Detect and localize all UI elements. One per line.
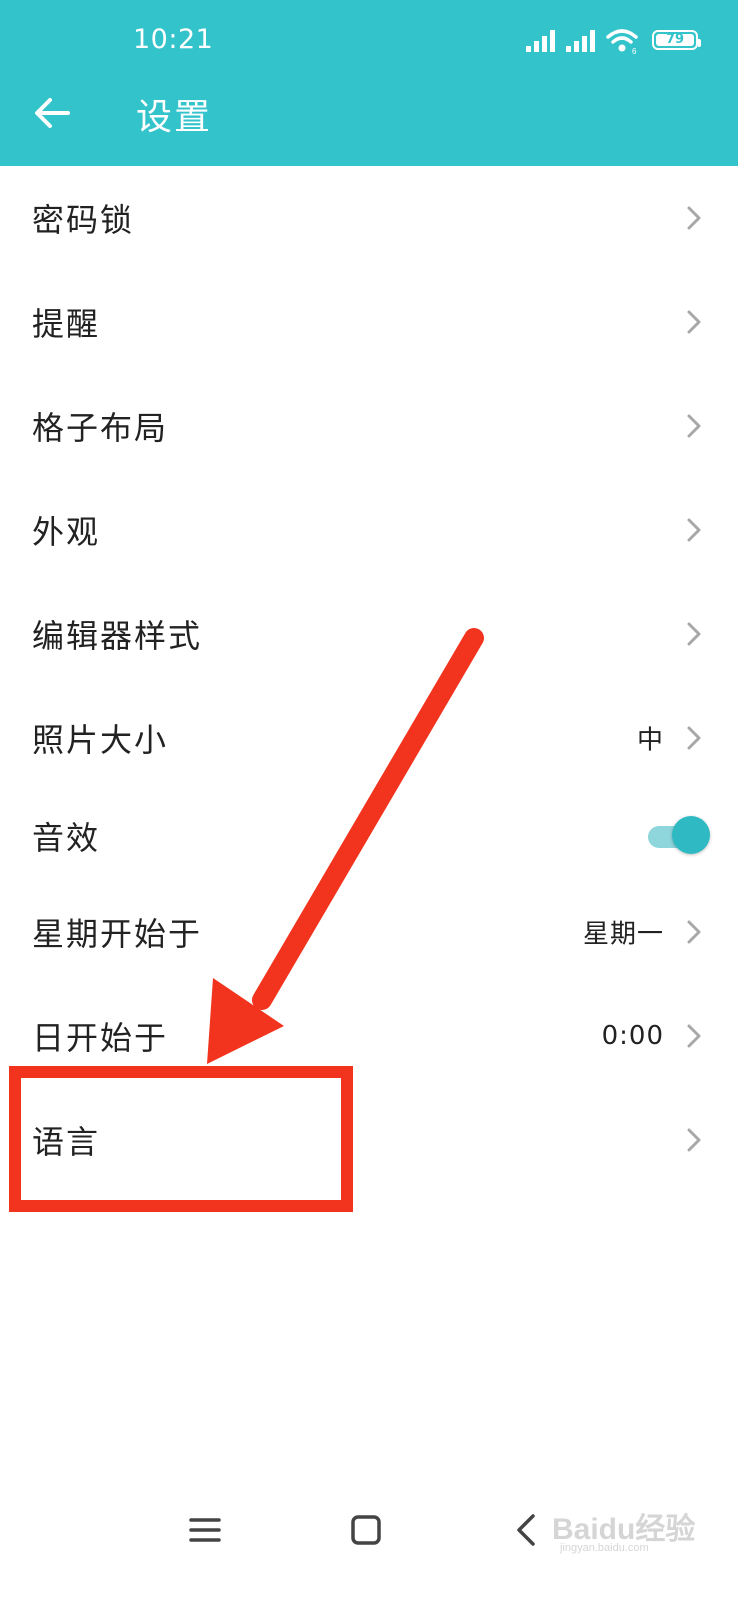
setting-row-photo-size[interactable]: 照片大小 中 (0, 686, 738, 790)
chevron-right-icon (687, 920, 701, 944)
back-arrow-icon[interactable] (32, 93, 72, 133)
setting-label: 密码锁 (32, 201, 135, 239)
setting-row-password-lock[interactable]: 密码锁 (0, 166, 738, 270)
chevron-right-icon (687, 622, 701, 646)
baidu-watermark: Baidu经验 jingyan.baidu.com (552, 1500, 712, 1560)
sound-effects-toggle[interactable] (648, 816, 710, 856)
setting-label: 音效 (32, 819, 101, 857)
signal-icon (526, 30, 555, 52)
back-icon[interactable] (505, 1508, 549, 1552)
chevron-right-icon (687, 518, 701, 542)
chevron-right-icon (687, 1128, 701, 1152)
watermark-sub: jingyan.baidu.com (560, 1542, 649, 1554)
setting-row-week-start[interactable]: 星期开始于 星期一 (0, 880, 738, 984)
setting-row-editor-style[interactable]: 编辑器样式 (0, 582, 738, 686)
signal-icon-2 (566, 30, 595, 52)
battery-level: 79 (665, 32, 685, 47)
setting-label: 照片大小 (32, 721, 169, 759)
chevron-right-icon (687, 310, 701, 334)
setting-value: 0:00 (601, 1021, 664, 1051)
setting-row-appearance[interactable]: 外观 (0, 478, 738, 582)
setting-label: 星期开始于 (32, 915, 203, 953)
menu-icon[interactable] (183, 1508, 227, 1552)
setting-label: 日开始于 (32, 1019, 169, 1057)
app-bar: 10:21 6 79 设置 (0, 0, 738, 166)
battery-icon: 79 (652, 30, 701, 50)
status-time: 10:21 (133, 24, 214, 55)
setting-label: 外观 (32, 513, 101, 551)
chevron-right-icon (687, 414, 701, 438)
chevron-right-icon (687, 726, 701, 750)
chevron-right-icon (687, 1024, 701, 1048)
setting-row-grid-layout[interactable]: 格子布局 (0, 374, 738, 478)
page-title: 设置 (136, 97, 213, 138)
chevron-right-icon (687, 206, 701, 230)
wifi-icon: 6 (606, 29, 638, 54)
setting-value: 中 (636, 725, 664, 756)
setting-row-sound-effects: 音效 (0, 784, 738, 888)
setting-label: 提醒 (32, 305, 101, 343)
home-icon[interactable] (344, 1508, 388, 1552)
annotation-highlight-box (9, 1066, 353, 1212)
setting-label: 编辑器样式 (32, 617, 203, 655)
svg-text:6: 6 (632, 47, 637, 54)
setting-label: 格子布局 (32, 409, 169, 447)
setting-row-reminder[interactable]: 提醒 (0, 270, 738, 374)
setting-value: 星期一 (582, 919, 664, 950)
status-icons: 6 79 (526, 28, 701, 56)
toggle-knob (672, 816, 710, 854)
